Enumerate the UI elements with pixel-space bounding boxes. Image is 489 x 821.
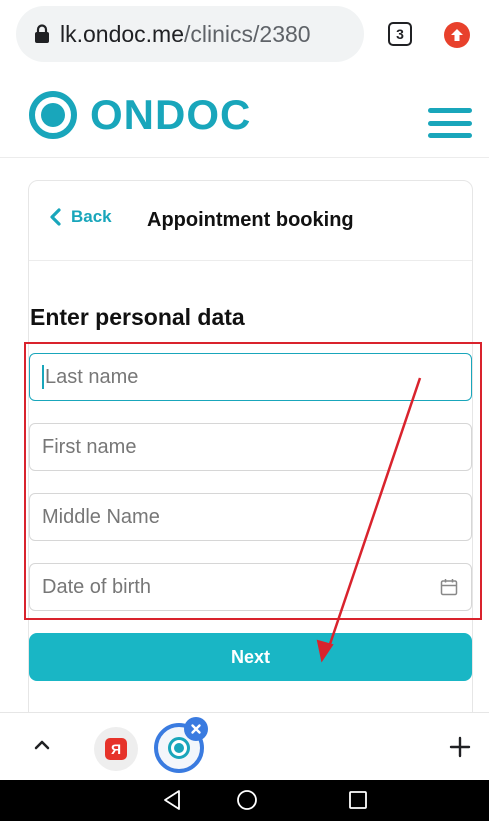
hamburger-line bbox=[428, 108, 472, 113]
ondoc-logo[interactable]: ONDOC bbox=[28, 90, 251, 140]
plus-icon[interactable] bbox=[448, 735, 472, 759]
nav-home-icon[interactable] bbox=[236, 789, 258, 811]
hamburger-line bbox=[428, 133, 472, 138]
url-domain: lk.ondoc.me bbox=[60, 20, 185, 47]
yandex-letter: Я bbox=[105, 738, 127, 760]
url-text: lk.ondoc.me/clinics/2380 bbox=[60, 21, 311, 48]
back-label: Back bbox=[71, 207, 112, 226]
next-button[interactable]: Next bbox=[29, 633, 472, 681]
chevron-up-icon[interactable] bbox=[32, 737, 52, 751]
browser-bottom-toolbar: Я bbox=[0, 712, 489, 780]
card-header: Back Appointment booking bbox=[29, 181, 472, 261]
browser-url-bar: lk.ondoc.me/clinics/2380 3 bbox=[0, 0, 489, 72]
url-path: /clinics/2380 bbox=[184, 20, 311, 47]
card-title: Appointment booking bbox=[147, 209, 354, 231]
nav-back-icon[interactable] bbox=[162, 789, 182, 811]
section-title: Enter personal data bbox=[30, 304, 245, 330]
close-tab-icon[interactable] bbox=[184, 717, 208, 741]
ondoc-favicon-icon bbox=[168, 737, 190, 759]
logo-mark-icon bbox=[29, 91, 77, 139]
hamburger-line bbox=[428, 120, 472, 126]
close-icon bbox=[191, 724, 201, 734]
nav-recent-icon[interactable] bbox=[348, 790, 368, 810]
annotation-highlight-box bbox=[24, 342, 482, 620]
arrow-up-icon bbox=[451, 29, 463, 41]
android-nav-bar bbox=[0, 780, 489, 821]
logo-text: ONDOC bbox=[90, 91, 252, 138]
tab-switcher-button[interactable]: 3 bbox=[388, 22, 412, 46]
chevron-left-icon bbox=[50, 208, 61, 226]
site-header: ONDOC bbox=[0, 72, 489, 158]
browser-menu-icon[interactable] bbox=[444, 22, 470, 48]
back-button[interactable]: Back bbox=[49, 207, 112, 227]
address-field[interactable]: lk.ondoc.me/clinics/2380 bbox=[16, 6, 364, 62]
hamburger-icon[interactable] bbox=[428, 108, 472, 138]
lock-icon bbox=[35, 24, 49, 43]
yandex-tab-icon[interactable]: Я bbox=[94, 727, 138, 771]
